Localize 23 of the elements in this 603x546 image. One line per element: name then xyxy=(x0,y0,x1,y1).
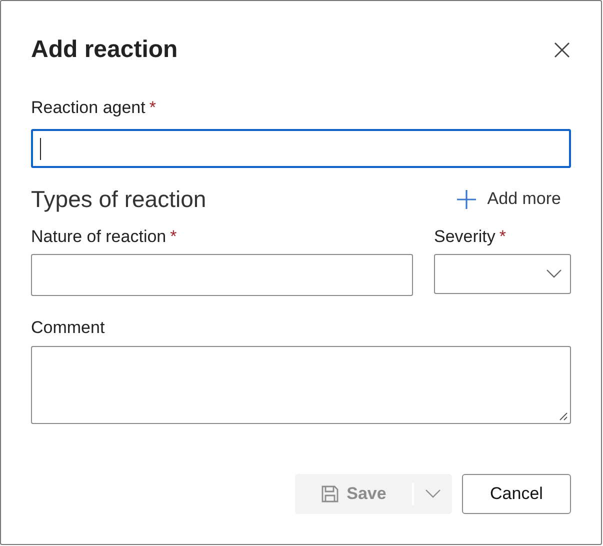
close-icon[interactable] xyxy=(554,42,570,58)
plus-icon xyxy=(456,188,478,210)
field-label: Severity xyxy=(434,228,496,244)
dialog-title: Add reaction xyxy=(31,35,178,65)
add-more-button[interactable]: Add more xyxy=(456,186,561,212)
text-field[interactable] xyxy=(31,254,413,296)
text-field[interactable] xyxy=(31,129,571,168)
field-label: Reaction agent xyxy=(31,98,146,116)
section-heading: Types of reaction xyxy=(31,184,206,214)
required-asterisk: * xyxy=(499,228,506,244)
text-cursor xyxy=(40,138,41,160)
save-label: Save xyxy=(346,483,386,506)
cancel-button[interactable]: Cancel xyxy=(462,474,571,514)
comment-field[interactable] xyxy=(31,346,571,424)
chevron-down-icon xyxy=(546,269,562,279)
severity-dropdown[interactable] xyxy=(434,254,571,294)
save-icon xyxy=(320,485,339,503)
field-label: Nature of reaction xyxy=(31,228,166,244)
field-label: Comment xyxy=(31,318,105,336)
required-asterisk: * xyxy=(149,98,156,116)
required-asterisk: * xyxy=(170,228,177,244)
resize-grip-icon xyxy=(559,412,568,421)
chevron-down-icon xyxy=(425,489,441,499)
